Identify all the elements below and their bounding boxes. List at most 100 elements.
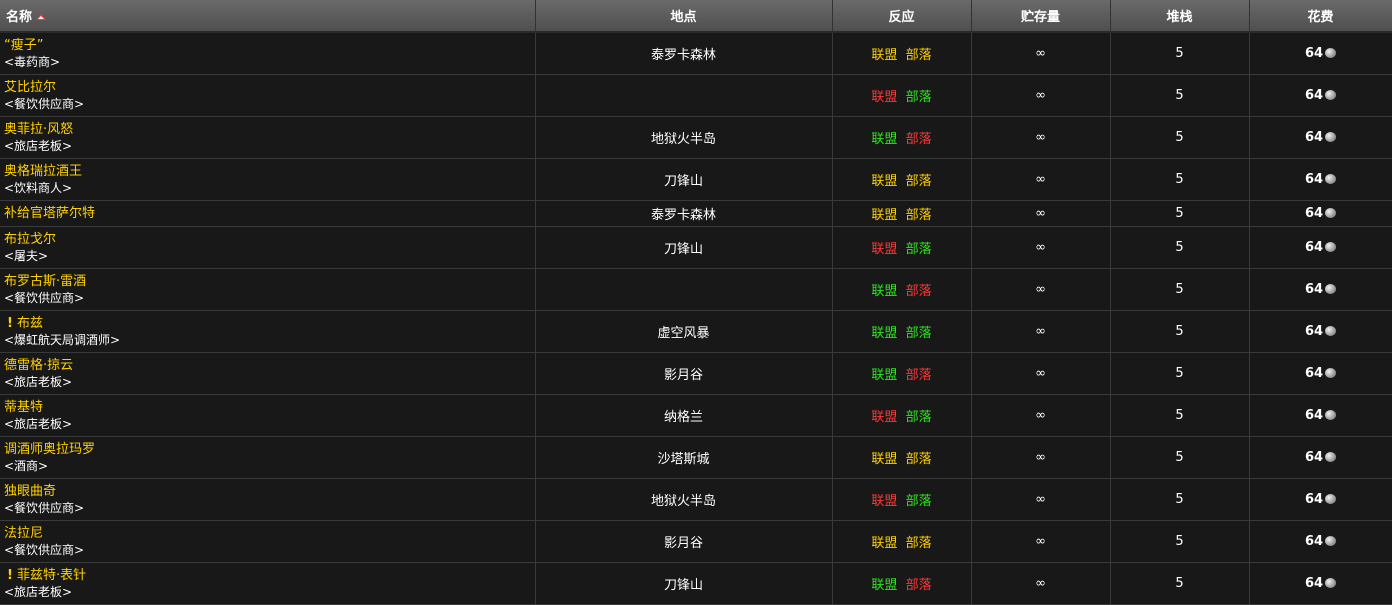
quest-exclamation-icon: ! bbox=[7, 567, 13, 583]
react-alliance: 联盟 bbox=[871, 410, 898, 425]
silver-coin-icon bbox=[1325, 242, 1337, 252]
react-cell: 联盟 部落 bbox=[832, 310, 972, 353]
cost-value: 64 bbox=[1304, 366, 1324, 381]
npc-cell: 布罗古斯·雷酒 <餐饮供应商> bbox=[0, 268, 536, 311]
silver-coin-icon bbox=[1325, 494, 1337, 504]
cost-value: 64 bbox=[1304, 492, 1324, 507]
npc-tag: <毒药商> bbox=[4, 54, 61, 69]
react-cell: 联盟 部落 bbox=[832, 32, 972, 75]
stack-cell: 5 bbox=[1110, 226, 1250, 269]
npc-name-link[interactable]: 奥菲拉·风怒 bbox=[4, 122, 73, 137]
location-link[interactable]: 泰罗卡森林 bbox=[535, 32, 833, 75]
stack-cell: 5 bbox=[1110, 32, 1250, 75]
react-cell: 联盟 部落 bbox=[832, 394, 972, 437]
cost-value: 64 bbox=[1304, 46, 1324, 61]
npc-name-link[interactable]: 独眼曲奇 bbox=[4, 484, 56, 499]
npc-cell: 奥格瑞拉酒王 <饮料商人> bbox=[0, 158, 536, 201]
location-link[interactable]: 泰罗卡森林 bbox=[535, 200, 833, 227]
npc-name-link[interactable]: 补给官塔萨尔特 bbox=[4, 206, 95, 221]
npc-tag: <爆虹航天局调酒师> bbox=[4, 332, 121, 347]
column-header-stock[interactable]: 贮存量 bbox=[971, 0, 1111, 33]
npc-name-link[interactable]: 蒂基特 bbox=[4, 400, 43, 415]
table-row: 艾比拉尔 <餐饮供应商> 联盟 部落 ∞ 5 64 bbox=[0, 74, 1392, 117]
npc-name-link[interactable]: 布罗古斯·雷酒 bbox=[4, 274, 86, 289]
stack-cell: 5 bbox=[1110, 352, 1250, 395]
table-row: 法拉尼 <餐饮供应商> 影月谷 联盟 部落 ∞ 5 64 bbox=[0, 520, 1392, 563]
table-row: ! 菲兹特·表针 <旅店老板> 刀锋山 联盟 部落 ∞ 5 64 bbox=[0, 562, 1392, 605]
cost-value: 64 bbox=[1304, 240, 1324, 255]
location-link[interactable]: 刀锋山 bbox=[535, 158, 833, 201]
silver-coin-icon bbox=[1325, 132, 1337, 142]
react-horde: 部落 bbox=[905, 578, 932, 593]
location-link[interactable]: 虚空风暴 bbox=[535, 310, 833, 353]
silver-coin-icon bbox=[1325, 284, 1337, 294]
stock-cell: ∞ bbox=[971, 158, 1111, 201]
location-link[interactable]: 影月谷 bbox=[535, 520, 833, 563]
react-cell: 联盟 部落 bbox=[832, 226, 972, 269]
npc-cell: 独眼曲奇 <餐饮供应商> bbox=[0, 478, 536, 521]
react-cell: 联盟 部落 bbox=[832, 268, 972, 311]
npc-cell: 艾比拉尔 <餐饮供应商> bbox=[0, 74, 536, 117]
react-horde: 部落 bbox=[905, 48, 932, 63]
cost-cell: 64 bbox=[1249, 310, 1392, 353]
stock-cell: ∞ bbox=[971, 352, 1111, 395]
npc-name-link[interactable]: 布兹 bbox=[17, 316, 43, 331]
location-link[interactable]: 刀锋山 bbox=[535, 562, 833, 605]
cost-cell: 64 bbox=[1249, 562, 1392, 605]
cost-value: 64 bbox=[1304, 576, 1324, 591]
location-link[interactable]: 地狱火半岛 bbox=[535, 116, 833, 159]
cost-value: 64 bbox=[1304, 206, 1324, 221]
stack-cell: 5 bbox=[1110, 74, 1250, 117]
react-horde: 部落 bbox=[905, 494, 932, 509]
column-header-react[interactable]: 反应 bbox=[832, 0, 972, 33]
location-link[interactable]: 纳格兰 bbox=[535, 394, 833, 437]
location-link[interactable]: 刀锋山 bbox=[535, 226, 833, 269]
quest-exclamation-icon: ! bbox=[7, 315, 13, 331]
npc-name-link[interactable]: 德雷格·掠云 bbox=[4, 358, 73, 373]
npc-cell: 德雷格·掠云 <旅店老板> bbox=[0, 352, 536, 395]
react-cell: 联盟 部落 bbox=[832, 74, 972, 117]
stack-cell: 5 bbox=[1110, 520, 1250, 563]
cost-cell: 64 bbox=[1249, 32, 1392, 75]
npc-name-link[interactable]: 菲兹特·表针 bbox=[17, 568, 86, 583]
location-link[interactable]: 沙塔斯城 bbox=[535, 436, 833, 479]
react-cell: 联盟 部落 bbox=[832, 520, 972, 563]
npc-name-link[interactable]: 法拉尼 bbox=[4, 526, 43, 541]
silver-coin-icon bbox=[1325, 410, 1337, 420]
stock-cell: ∞ bbox=[971, 478, 1111, 521]
npc-name-link[interactable]: 布拉戈尔 bbox=[4, 232, 56, 247]
npc-name-link[interactable]: 奥格瑞拉酒王 bbox=[4, 164, 82, 179]
location-link[interactable]: 影月谷 bbox=[535, 352, 833, 395]
npc-name-link[interactable]: 艾比拉尔 bbox=[4, 80, 56, 95]
npc-cell: 布拉戈尔 <屠夫> bbox=[0, 226, 536, 269]
cost-value: 64 bbox=[1304, 172, 1324, 187]
silver-coin-icon bbox=[1325, 368, 1337, 378]
column-header-location[interactable]: 地点 bbox=[535, 0, 833, 33]
silver-coin-icon bbox=[1325, 90, 1337, 100]
table-row: “瘦子” <毒药商> 泰罗卡森林 联盟 部落 ∞ 5 64 bbox=[0, 32, 1392, 75]
stack-cell: 5 bbox=[1110, 268, 1250, 311]
cost-cell: 64 bbox=[1249, 158, 1392, 201]
stock-cell: ∞ bbox=[971, 520, 1111, 563]
stock-cell: ∞ bbox=[971, 394, 1111, 437]
location-link[interactable]: 地狱火半岛 bbox=[535, 478, 833, 521]
table-row: 奥格瑞拉酒王 <饮料商人> 刀锋山 联盟 部落 ∞ 5 64 bbox=[0, 158, 1392, 201]
column-header-stack[interactable]: 堆栈 bbox=[1110, 0, 1250, 33]
react-horde: 部落 bbox=[905, 326, 932, 341]
npc-name-link[interactable]: “瘦子” bbox=[4, 38, 43, 53]
stack-cell: 5 bbox=[1110, 116, 1250, 159]
cost-value: 64 bbox=[1304, 324, 1324, 339]
react-alliance: 联盟 bbox=[871, 90, 898, 105]
react-cell: 联盟 部落 bbox=[832, 478, 972, 521]
location-link[interactable] bbox=[535, 74, 833, 117]
table-row: 奥菲拉·风怒 <旅店老板> 地狱火半岛 联盟 部落 ∞ 5 64 bbox=[0, 116, 1392, 159]
column-header-cost[interactable]: 花费 bbox=[1249, 0, 1392, 33]
cost-cell: 64 bbox=[1249, 352, 1392, 395]
location-link[interactable] bbox=[535, 268, 833, 311]
cost-value: 64 bbox=[1304, 450, 1324, 465]
react-horde: 部落 bbox=[905, 174, 932, 189]
cost-cell: 64 bbox=[1249, 116, 1392, 159]
npc-name-link[interactable]: 调酒师奥拉玛罗 bbox=[4, 442, 95, 457]
column-header-name[interactable]: 名称 bbox=[0, 0, 536, 33]
npc-tag: <屠夫> bbox=[4, 248, 49, 263]
